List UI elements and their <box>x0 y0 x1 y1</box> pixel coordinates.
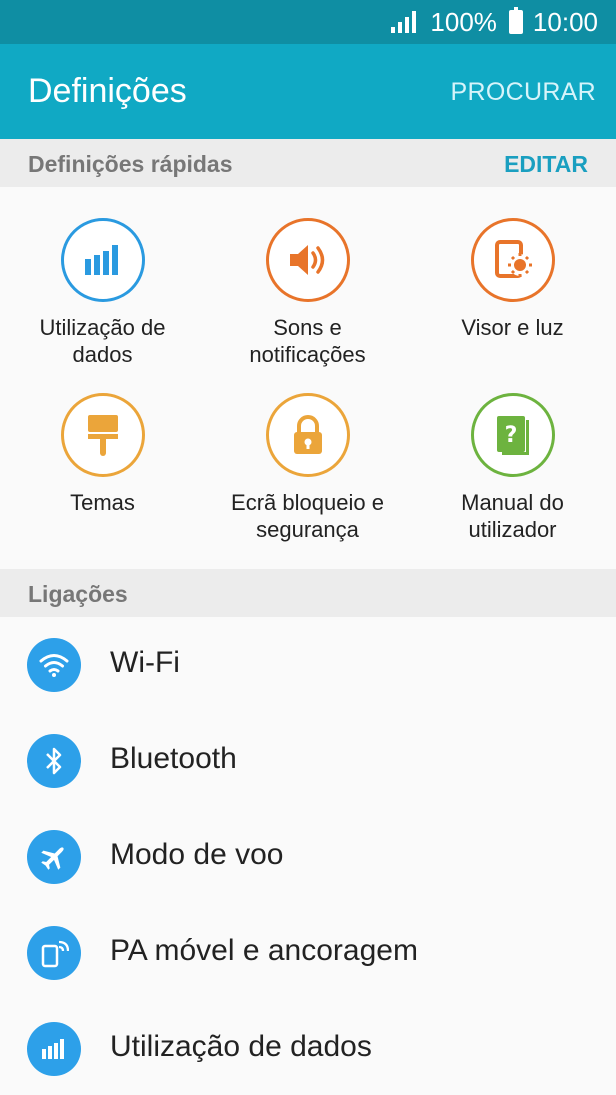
quick-item-label: Sons e notificações <box>249 315 366 367</box>
quick-item-label: Visor e luz <box>461 315 564 340</box>
data-usage-icon <box>27 1022 81 1076</box>
quick-item-lock-security[interactable]: Ecrã bloqueio e segurança <box>205 393 410 543</box>
quick-item-label: Utilização de dados <box>39 315 166 367</box>
quick-item-sounds[interactable]: Sons e notificações <box>205 218 410 368</box>
airplane-icon <box>27 830 81 884</box>
signal-icon <box>391 11 417 33</box>
list-item-airplane-mode[interactable]: Modo de voo <box>0 809 616 905</box>
edit-button[interactable]: EDITAR <box>504 151 588 178</box>
clock: 10:00 <box>532 6 598 37</box>
list-item-hotspot[interactable]: PA móvel e ancoragem <box>0 905 616 1001</box>
list-item-label: Bluetooth <box>110 742 237 775</box>
wifi-icon <box>27 638 81 692</box>
quick-item-user-manual[interactable]: ? Manual do utilizador <box>410 393 615 543</box>
lock-icon <box>265 393 350 477</box>
connections-list: Wi-Fi Bluetooth Modo de voo PA móvel e a… <box>0 617 616 1095</box>
list-item-bluetooth[interactable]: Bluetooth <box>0 713 616 809</box>
manual-icon: ? <box>470 393 555 477</box>
data-usage-icon <box>60 218 145 302</box>
quick-settings-grid: Utilização de dados Sons e notificações Vi… <box>0 187 616 569</box>
app-bar: Definições PROCURAR <box>0 44 616 139</box>
hotspot-icon <box>27 926 81 980</box>
search-button[interactable]: PROCURAR <box>451 78 596 107</box>
quick-item-data-usage[interactable]: Utilização de dados <box>0 218 205 368</box>
list-item-label: Utilização de dados <box>110 1030 372 1063</box>
connections-header: Ligações <box>0 569 616 617</box>
battery-icon <box>508 7 523 34</box>
sound-icon <box>265 218 350 302</box>
themes-icon <box>60 393 145 477</box>
quick-item-themes[interactable]: Temas <box>0 393 205 516</box>
list-item-label: PA móvel e ancoragem <box>110 934 418 967</box>
quick-item-label: Manual do utilizador <box>461 490 564 542</box>
quick-item-display[interactable]: Visor e luz <box>410 218 615 341</box>
display-icon <box>470 218 555 302</box>
quick-item-label: Ecrã bloqueio e segurança <box>231 490 384 542</box>
list-item-wifi[interactable]: Wi-Fi <box>0 617 616 713</box>
svg-text:?: ? <box>504 423 517 448</box>
list-item-data-usage[interactable]: Utilização de dados <box>0 1001 616 1095</box>
list-item-label: Wi-Fi <box>110 646 180 679</box>
list-item-label: Modo de voo <box>110 838 284 871</box>
quick-settings-label: Definições rápidas <box>28 151 233 177</box>
status-bar: 100% 10:00 <box>0 0 616 44</box>
quick-settings-header: Definições rápidas EDITAR <box>0 139 616 187</box>
connections-label: Ligações <box>28 581 128 607</box>
bluetooth-icon <box>27 734 81 788</box>
quick-item-label: Temas <box>70 490 135 515</box>
page-title: Definições <box>28 72 187 110</box>
battery-percent: 100% <box>430 6 497 37</box>
